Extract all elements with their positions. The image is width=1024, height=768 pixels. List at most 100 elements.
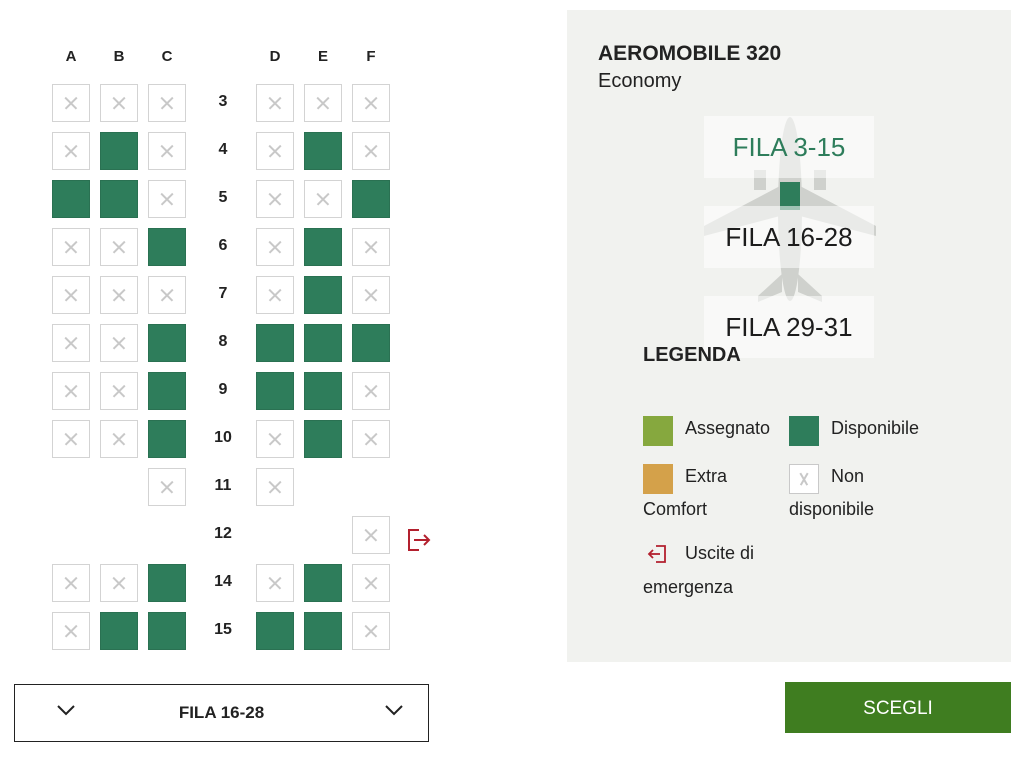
seat-8e-available[interactable] [304, 324, 342, 362]
aircraft-title: AEROMOBILE 320 [598, 42, 782, 65]
extra-comfort-swatch [643, 464, 673, 494]
legend-available-label: Disponibile [831, 418, 920, 438]
seat-15f-unavailable [352, 612, 390, 650]
row-range-label: FILA 16-28 [178, 703, 265, 722]
legend-extra-label-2: Comfort [643, 499, 708, 519]
seat-9e-available[interactable] [304, 372, 342, 410]
seat-3d-unavailable [256, 84, 294, 122]
seat-6b-unavailable [100, 228, 138, 266]
seat-14b-unavailable [100, 564, 138, 602]
seat-8f-available[interactable] [352, 324, 390, 362]
seat-5a-available[interactable] [52, 180, 90, 218]
seat-7c-unavailable [148, 276, 186, 314]
seat-14a-unavailable [52, 564, 90, 602]
seat-15d-available[interactable] [256, 612, 294, 650]
row-number: 10 [214, 429, 232, 446]
seat-7b-unavailable [100, 276, 138, 314]
emergency-exit-icon [647, 545, 666, 563]
row-number: 5 [218, 189, 228, 206]
emergency-exit-icon[interactable] [404, 526, 432, 554]
seat-9b-unavailable [100, 372, 138, 410]
row-number: 11 [214, 477, 232, 494]
zone-button-3-15[interactable]: FILA 3-15 [704, 116, 874, 178]
seat-3e-unavailable [304, 84, 342, 122]
column-header-a: A [65, 48, 77, 65]
row-number: 4 [218, 141, 228, 158]
aircraft-panel: AEROMOBILE 320 Economy FILA 3-15 FILA 16… [567, 10, 1011, 662]
seat-5b-available[interactable] [100, 180, 138, 218]
available-swatch [789, 416, 819, 446]
seat-6a-unavailable [52, 228, 90, 266]
row-number: 12 [214, 525, 232, 542]
seat-15b-available[interactable] [100, 612, 138, 650]
seat-7a-unavailable [52, 276, 90, 314]
seat-11c-unavailable [148, 468, 186, 506]
seat-4d-unavailable [256, 132, 294, 170]
column-header-b: B [113, 48, 125, 65]
seat-4b-available[interactable] [100, 132, 138, 170]
assigned-swatch [643, 416, 673, 446]
seat-14d-unavailable [256, 564, 294, 602]
seat-4f-unavailable [352, 132, 390, 170]
column-header-f: F [366, 48, 376, 65]
seat-10c-available[interactable] [148, 420, 186, 458]
seat-5c-unavailable [148, 180, 186, 218]
seat-14e-available[interactable] [304, 564, 342, 602]
seat-10e-available[interactable] [304, 420, 342, 458]
seat-9c-available[interactable] [148, 372, 186, 410]
legend-not-available-label-2: disponibile [789, 499, 875, 519]
seat-9a-unavailable [52, 372, 90, 410]
seat-6e-available[interactable] [304, 228, 342, 266]
row-number: 9 [218, 381, 228, 398]
seat-8b-unavailable [100, 324, 138, 362]
column-header-e: E [317, 48, 328, 65]
choose-button[interactable]: SCEGLI [785, 682, 1011, 733]
row-range-selector[interactable]: FILA 16-28 [14, 684, 429, 742]
seat-5f-available[interactable] [352, 180, 390, 218]
row-number: 3 [218, 93, 228, 110]
legend-not-available-label-1: Non [831, 466, 865, 486]
row-number: 8 [218, 333, 228, 350]
seat-3c-unavailable [148, 84, 186, 122]
seat-7f-unavailable [352, 276, 390, 314]
legend-assigned-label: Assegnato [685, 418, 771, 438]
row-number: 7 [218, 285, 228, 302]
seat-6d-unavailable [256, 228, 294, 266]
row-number: 14 [214, 573, 232, 590]
seat-9f-unavailable [352, 372, 390, 410]
seat-9d-available[interactable] [256, 372, 294, 410]
not-available-swatch [789, 464, 819, 494]
chevron-down-icon[interactable] [383, 699, 405, 721]
zone-button-16-28[interactable]: FILA 16-28 [704, 206, 874, 268]
legend-extra-label-1: Extra [685, 466, 728, 486]
seat-11d-unavailable [256, 468, 294, 506]
seat-14c-available[interactable] [148, 564, 186, 602]
seat-15c-available[interactable] [148, 612, 186, 650]
seat-15e-available[interactable] [304, 612, 342, 650]
seat-10f-unavailable [352, 420, 390, 458]
row-number: 6 [218, 237, 228, 254]
seat-10a-unavailable [52, 420, 90, 458]
seat-7d-unavailable [256, 276, 294, 314]
legend-title: LEGENDA [643, 344, 741, 366]
seat-8a-unavailable [52, 324, 90, 362]
seat-3b-unavailable [100, 84, 138, 122]
seat-10b-unavailable [100, 420, 138, 458]
seat-4c-unavailable [148, 132, 186, 170]
column-header-c: C [161, 48, 173, 65]
seat-4a-unavailable [52, 132, 90, 170]
seat-3f-unavailable [352, 84, 390, 122]
row-number: 15 [214, 621, 232, 638]
seat-7e-available[interactable] [304, 276, 342, 314]
seat-5e-unavailable [304, 180, 342, 218]
seat-8d-available[interactable] [256, 324, 294, 362]
legend-exit-label-2: emergenza [643, 577, 734, 597]
seat-3a-unavailable [52, 84, 90, 122]
seat-8c-available[interactable] [148, 324, 186, 362]
seat-6f-unavailable [352, 228, 390, 266]
seat-6c-available[interactable] [148, 228, 186, 266]
seat-14f-unavailable [352, 564, 390, 602]
seat-5d-unavailable [256, 180, 294, 218]
seat-12f-unavailable [352, 516, 390, 554]
seat-4e-available[interactable] [304, 132, 342, 170]
